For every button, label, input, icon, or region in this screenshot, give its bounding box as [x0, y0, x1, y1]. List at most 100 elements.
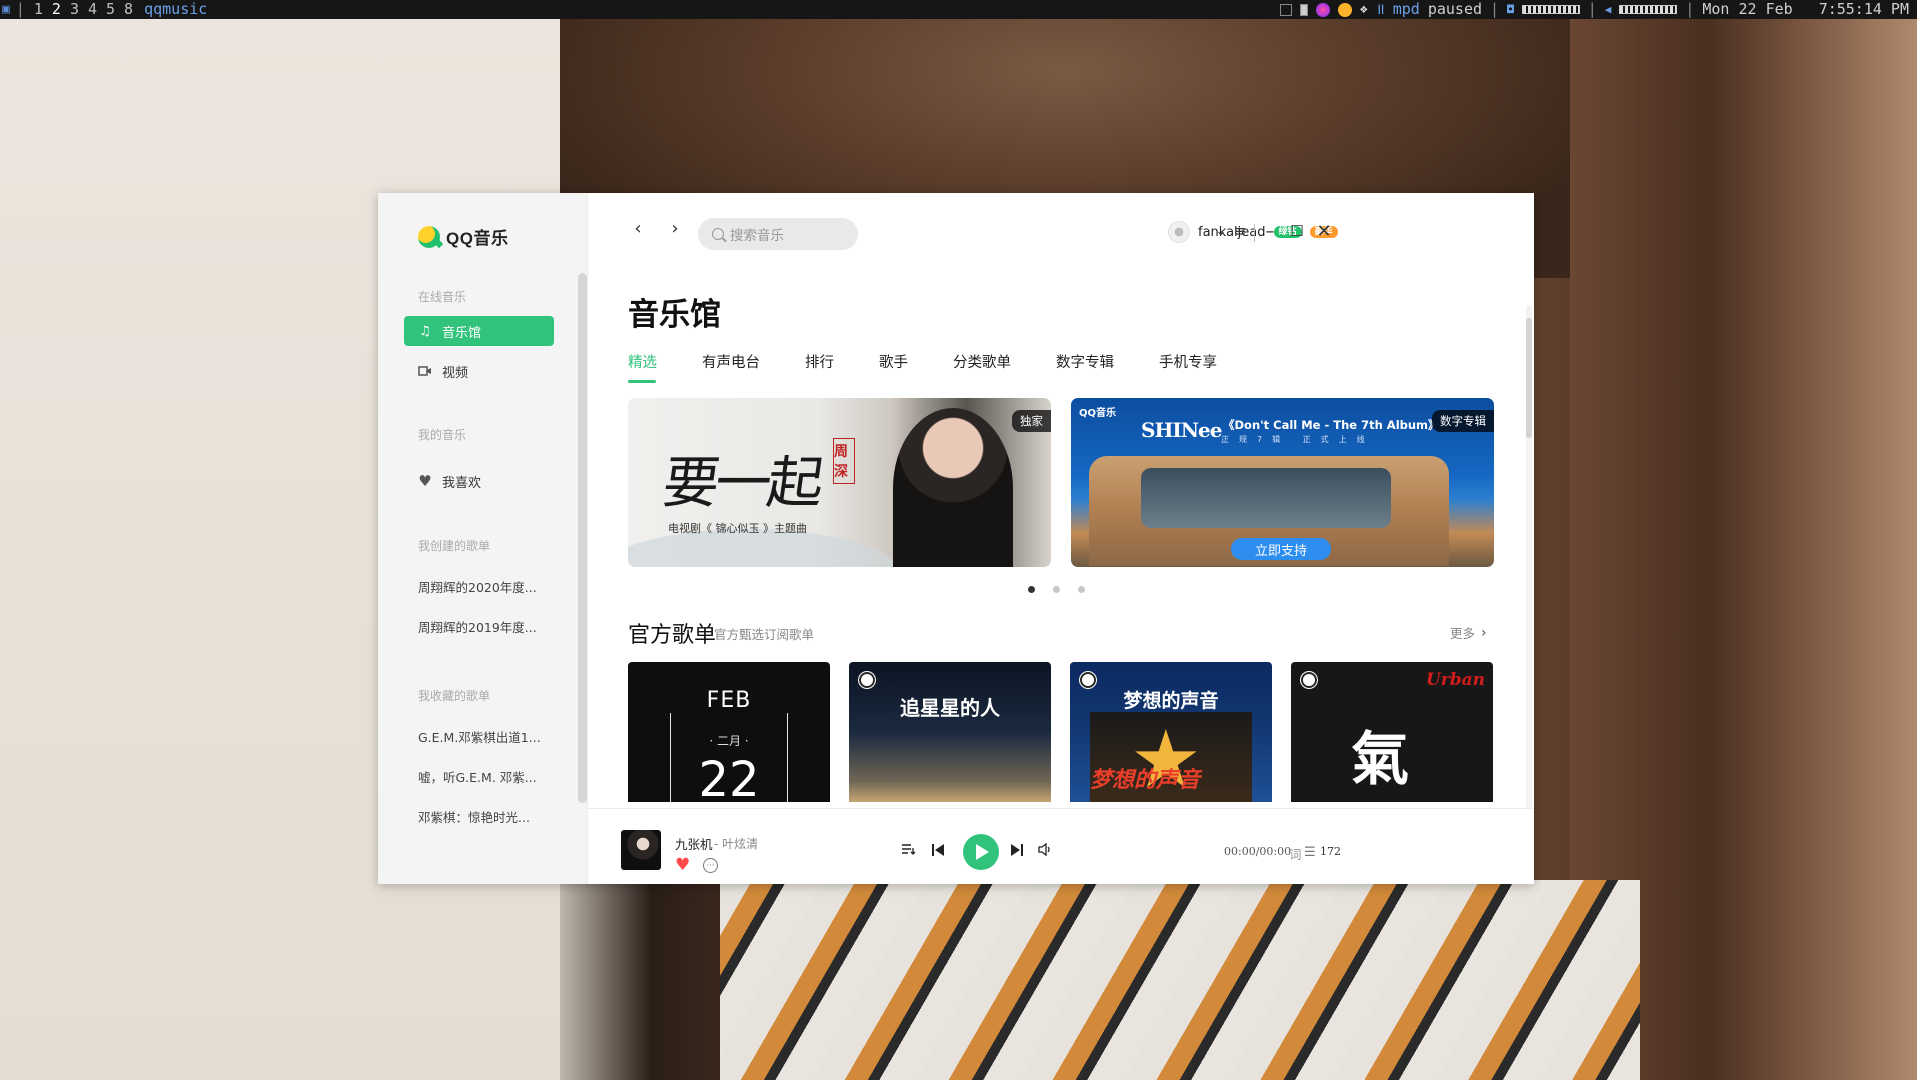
lyrics-button[interactable]: 词 [1289, 844, 1302, 863]
forward-button[interactable]: › [665, 218, 685, 239]
logo-text: QQ音乐 [446, 229, 509, 248]
tab-bar: 精选 有声电台 排行 歌手 分类歌单 数字专辑 手机专享 [628, 351, 1262, 383]
content-scrollbar[interactable] [1526, 318, 1532, 438]
tab-mobile-exclusive[interactable]: 手机专享 [1159, 351, 1217, 372]
sidebar-item-favorites[interactable]: ♥ 我喜欢 [404, 466, 554, 496]
sidebar-scrollbar[interactable] [578, 273, 587, 803]
song-artist[interactable]: - 叶炫清 [714, 835, 758, 852]
page-title: 音乐馆 [628, 297, 721, 333]
sidebar-playlist-collected-3[interactable]: 邓紫棋：惊艳时光... [418, 807, 530, 826]
date: Mon 22 Feb [1702, 0, 1793, 18]
player-bar: 九张机 - 叶炫清 ♥ ··· 00:00/00:00 词 ☰ 172 [588, 808, 1534, 884]
next-button[interactable] [1010, 843, 1024, 857]
maximize-button[interactable]: ☐ [1285, 219, 1309, 243]
play-mode-icon[interactable] [901, 843, 916, 855]
playlist-card-daily[interactable]: FEB · 二月 · 22 [628, 662, 830, 802]
app-logo[interactable]: QQ音乐 [418, 224, 508, 249]
workspace-5[interactable]: 5 [106, 0, 115, 19]
separator: | [1587, 0, 1597, 18]
tray-app-icon[interactable] [1315, 2, 1330, 17]
search-input[interactable]: 搜索音乐 [698, 218, 858, 250]
banner-digital-album[interactable]: QQ音乐 SHINee 《Don't Call Me - The 7th Alb… [1071, 398, 1494, 567]
like-heart-icon[interactable]: ♥ [675, 855, 690, 875]
tab-categories[interactable]: 分类歌单 [953, 351, 1011, 372]
support-button[interactable]: 立即支持 [1231, 538, 1331, 560]
tab-featured[interactable]: 精选 [628, 351, 657, 383]
carousel-dot[interactable] [1053, 586, 1060, 593]
globe-icon [859, 672, 875, 688]
menu-icon[interactable]: ≡ [1228, 219, 1252, 243]
mpd-label[interactable]: mpd [1393, 0, 1420, 19]
sidebar-playlist-created-1[interactable]: 周翔辉的2020年度... [418, 577, 537, 596]
play-icon [976, 844, 989, 860]
more-options-icon[interactable]: ··· [703, 858, 718, 873]
playlist-count[interactable]: 172 [1320, 845, 1341, 858]
qqmusic-logo-icon [418, 225, 440, 248]
carousel-dot[interactable] [1078, 586, 1085, 593]
tray-qq-icon[interactable] [1337, 2, 1352, 17]
playlist-card-urban[interactable]: Urban 氣 [1291, 662, 1493, 802]
separator: | [15, 0, 34, 18]
separator: | [1685, 0, 1695, 18]
card-title: 梦想的声音 [1123, 690, 1219, 712]
workspace-2[interactable]: 2 [52, 0, 61, 19]
card-month-cn: · 二月 · [709, 734, 749, 748]
sidebar-heading-collected: 我收藏的歌单 [418, 689, 491, 703]
tab-digital-albums[interactable]: 数字专辑 [1056, 351, 1114, 372]
workspace-4[interactable]: 4 [88, 0, 97, 19]
section-subtitle: 官方甄选订阅歌单 [714, 627, 815, 642]
previous-button[interactable] [931, 843, 945, 857]
globe-icon [1301, 672, 1317, 688]
workspace-8[interactable]: 8 [124, 0, 133, 19]
sidebar-playlist-created-2[interactable]: 周翔辉的2019年度... [418, 617, 537, 636]
workspace-1[interactable]: 1 [34, 0, 43, 19]
card-day: 22 [698, 752, 760, 802]
qqmusic-window: QQ音乐 在线音乐 ♫ 音乐馆 视频 我的音乐 ♥ 我喜欢 我创建的歌单 周翔辉… [378, 193, 1534, 884]
sidebar-item-music-hall[interactable]: ♫ 音乐馆 [404, 316, 554, 346]
workspace-3[interactable]: 3 [70, 0, 79, 19]
search-icon [712, 228, 724, 240]
video-icon [418, 364, 432, 378]
playlist-card-stargazer[interactable]: 追星星的人 [849, 662, 1051, 802]
sidebar-item-label: 视频 [442, 365, 469, 381]
sidebar-item-label: 音乐馆 [442, 325, 482, 341]
banner-calligraphy: 要一起 [658, 451, 824, 516]
more-link[interactable]: 更多 › [1450, 623, 1487, 642]
heart-icon: ♥ [418, 472, 432, 490]
song-title[interactable]: 九张机 [675, 834, 713, 853]
layout-icon[interactable]: ▣ [2, 0, 10, 19]
banner-tag: 独家 [1012, 410, 1051, 432]
sidebar: QQ音乐 在线音乐 ♫ 音乐馆 视频 我的音乐 ♥ 我喜欢 我创建的歌单 周翔辉… [378, 193, 588, 884]
tab-radio[interactable]: 有声电台 [702, 351, 760, 372]
volume-button[interactable] [1038, 843, 1052, 856]
album-cover[interactable] [621, 830, 661, 870]
banner-artist: SHINee [1141, 418, 1222, 442]
avatar[interactable] [1168, 221, 1190, 243]
minimize-button[interactable]: – [1258, 219, 1282, 243]
playlist-card-dream-voice[interactable]: 梦想的声音 ★ 梦想的声音 [1070, 662, 1272, 802]
playlist-icon[interactable]: ☰ [1304, 845, 1316, 860]
brightness-bar[interactable] [1521, 5, 1580, 14]
volume-bar[interactable] [1619, 5, 1678, 14]
tab-artists[interactable]: 歌手 [879, 351, 908, 372]
sidebar-playlist-collected-2[interactable]: 嘘，听G.E.M. 邓紫... [418, 767, 537, 786]
tray-phone-icon[interactable] [1299, 3, 1308, 16]
back-button[interactable]: ‹ [628, 218, 648, 239]
main-content: ‹ › 搜索音乐 fankaljead 绿钻 豪华 ⌄ ≡ – ☐ ✕ 音乐馆 … [588, 193, 1534, 884]
banner-car-window [1141, 468, 1391, 528]
banner-exclusive[interactable]: 要一起 周深 电视剧《 锦心似玉 》主题曲 独家 [628, 398, 1051, 567]
chevron-right-icon: › [1481, 624, 1487, 641]
tab-charts[interactable]: 排行 [805, 351, 834, 372]
dropbox-icon[interactable]: ❖ [1360, 0, 1368, 19]
sidebar-playlist-collected-1[interactable]: G.E.M.邓紫棋出道1... [418, 727, 541, 746]
play-button[interactable] [963, 834, 999, 870]
sidebar-item-video[interactable]: 视频 [404, 356, 554, 386]
card-title: 追星星的人 [900, 696, 1000, 720]
brightness-icon: ◘ [1507, 3, 1514, 16]
sidebar-heading-created: 我创建的歌单 [418, 539, 491, 553]
card-label: Urban [1425, 670, 1485, 690]
tray-window-icon[interactable] [1279, 3, 1292, 16]
card-logo: 梦想的声音 [1090, 768, 1201, 793]
carousel-dot[interactable] [1028, 586, 1035, 593]
close-button[interactable]: ✕ [1312, 219, 1336, 243]
